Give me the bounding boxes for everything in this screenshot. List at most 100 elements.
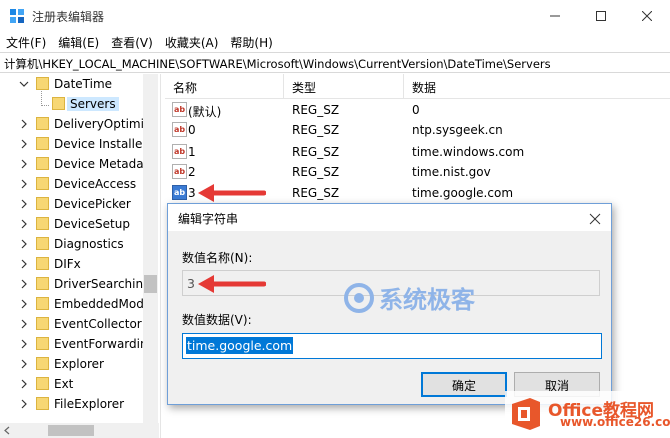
tree-item-deviceaccess[interactable]: DeviceAccess [0, 174, 143, 194]
value-row[interactable]: ab 2 REG_SZ time.nist.gov [165, 162, 670, 182]
string-value-icon: ab [172, 122, 187, 137]
tree-item-embeddedmod[interactable]: EmbeddedMod [0, 294, 144, 314]
close-icon [642, 11, 652, 21]
menu-favorites[interactable]: 收藏夹(A) [159, 32, 225, 52]
tree-item-label: DeliveryOptimiz [54, 117, 151, 131]
minimize-icon [550, 15, 560, 17]
chevron-right-icon [21, 279, 27, 289]
chevron-right-icon [21, 339, 27, 349]
tree-item-explorer[interactable]: Explorer [0, 354, 143, 374]
tree-item-devicesetup[interactable]: DeviceSetup [0, 214, 143, 234]
tree-item-label: FileExplorer [54, 397, 125, 411]
tree-item-device-metada[interactable]: Device Metada [0, 154, 144, 174]
tree-item-label: EventForwardin [54, 337, 148, 351]
column-header-type[interactable]: 类型 [292, 79, 316, 96]
menu-file[interactable]: 文件(F) [0, 32, 52, 52]
column-header-data[interactable]: 数据 [412, 79, 436, 96]
tree-scrollbar-thumb[interactable] [144, 275, 157, 293]
folder-icon [52, 97, 65, 110]
tree-item-fileexplorer[interactable]: FileExplorer [0, 394, 143, 414]
tree-item-label: Diagnostics [54, 237, 124, 251]
value-type: REG_SZ [292, 123, 340, 137]
pane-splitter[interactable] [160, 74, 163, 438]
folder-icon [36, 317, 49, 330]
tree-item-eventforwardin[interactable]: EventForwardin [0, 334, 148, 354]
folder-icon [36, 177, 49, 190]
folder-icon [36, 257, 49, 270]
value-name-label: 数值名称(N): [182, 251, 253, 265]
value-data: ntp.sysgeek.cn [412, 123, 503, 137]
tree-item-eventcollector[interactable]: EventCollector [0, 314, 143, 334]
tree-item-servers[interactable]: Servers [0, 94, 143, 114]
regedit-window: 注册表编辑器 文件(F) 编辑(E) 查看(V) 收藏夹(A) 帮助(H) 计算… [0, 0, 670, 438]
tree-item-label: DeviceSetup [54, 217, 130, 231]
tree-item-label: DeviceAccess [54, 177, 137, 191]
tree-hscroll-thumb[interactable] [48, 425, 94, 436]
value-type: REG_SZ [292, 103, 340, 117]
tree-item-datetime[interactable]: DateTime [0, 74, 143, 94]
tree-item-ext[interactable]: Ext [0, 374, 143, 394]
tree-item-label: Servers [67, 97, 119, 111]
value-row[interactable]: ab 1 REG_SZ time.windows.com [165, 142, 670, 162]
folder-icon [36, 217, 49, 230]
chevron-right-icon [21, 179, 27, 189]
value-data: time.windows.com [412, 145, 525, 159]
value-type: REG_SZ [292, 145, 340, 159]
column-divider[interactable] [283, 74, 284, 98]
tree-item-driversearching[interactable]: DriverSearching [0, 274, 151, 294]
minimize-button[interactable] [532, 0, 578, 32]
regedit-app-icon [10, 9, 24, 23]
column-divider[interactable] [403, 74, 404, 98]
folder-icon [36, 277, 49, 290]
value-data-text: time.google.com [186, 337, 294, 354]
tree-item-label: EventCollector [54, 317, 142, 331]
value-type: REG_SZ [292, 165, 340, 179]
folder-icon [36, 137, 49, 150]
dialog-close-button[interactable] [585, 209, 605, 229]
window-title: 注册表编辑器 [32, 10, 105, 24]
tree-item-label: Ext [54, 377, 74, 391]
close-icon [589, 213, 601, 225]
tree-item-difx[interactable]: DIFx [0, 254, 143, 274]
value-type: REG_SZ [292, 186, 340, 200]
office-url-text: www.office26.com [560, 415, 670, 429]
chevron-right-icon [21, 139, 27, 149]
column-header-name[interactable]: 名称 [173, 79, 197, 96]
string-value-icon: ab [172, 164, 187, 179]
tree-item-device-installer[interactable]: Device Installer [0, 134, 147, 154]
tree-item-diagnostics[interactable]: Diagnostics [0, 234, 143, 254]
value-data: 0 [412, 103, 420, 117]
tree-item-deliveryoptimiz[interactable]: DeliveryOptimiz [0, 114, 150, 134]
scroll-left-icon[interactable] [0, 423, 15, 438]
chevron-right-icon [21, 299, 27, 309]
title-bar: 注册表编辑器 [0, 0, 670, 32]
watermark-text: 系统极客 [379, 286, 475, 314]
close-button[interactable] [624, 0, 670, 32]
tree-item-label: DevicePicker [54, 197, 131, 211]
annotation-arrow-icon [198, 275, 266, 293]
folder-icon [36, 397, 49, 410]
ok-button[interactable]: 确定 [421, 372, 507, 397]
tree-item-label: DateTime [54, 77, 113, 91]
address-bar[interactable]: 计算机\HKEY_LOCAL_MACHINE\SOFTWARE\Microsof… [0, 52, 670, 73]
folder-icon [36, 237, 49, 250]
chevron-right-icon [21, 199, 27, 209]
menu-edit[interactable]: 编辑(E) [52, 32, 105, 52]
menu-view[interactable]: 查看(V) [105, 32, 159, 52]
value-name: (默认) [188, 105, 222, 119]
tree-item-label: Device Installer [54, 137, 148, 151]
value-data: time.google.com [412, 186, 514, 200]
folder-icon [36, 377, 49, 390]
tree-item-devicepicker[interactable]: DevicePicker [0, 194, 143, 214]
menu-help[interactable]: 帮助(H) [224, 32, 278, 52]
maximize-button[interactable] [578, 0, 624, 32]
value-data: time.nist.gov [412, 165, 491, 179]
value-data-label: 数值数据(V): [182, 313, 252, 327]
value-row[interactable]: ab 0 REG_SZ ntp.sysgeek.cn [165, 120, 670, 140]
value-row[interactable]: ab (默认) REG_SZ 0 [165, 100, 670, 120]
tree-vertical-scrollbar[interactable] [143, 74, 158, 423]
office-logo-icon [512, 398, 540, 430]
tree-item-label: Explorer [54, 357, 104, 371]
key-tree: DateTime Servers DeliveryOptimiz Device … [0, 74, 159, 438]
value-data-input[interactable]: time.google.com [182, 333, 602, 359]
